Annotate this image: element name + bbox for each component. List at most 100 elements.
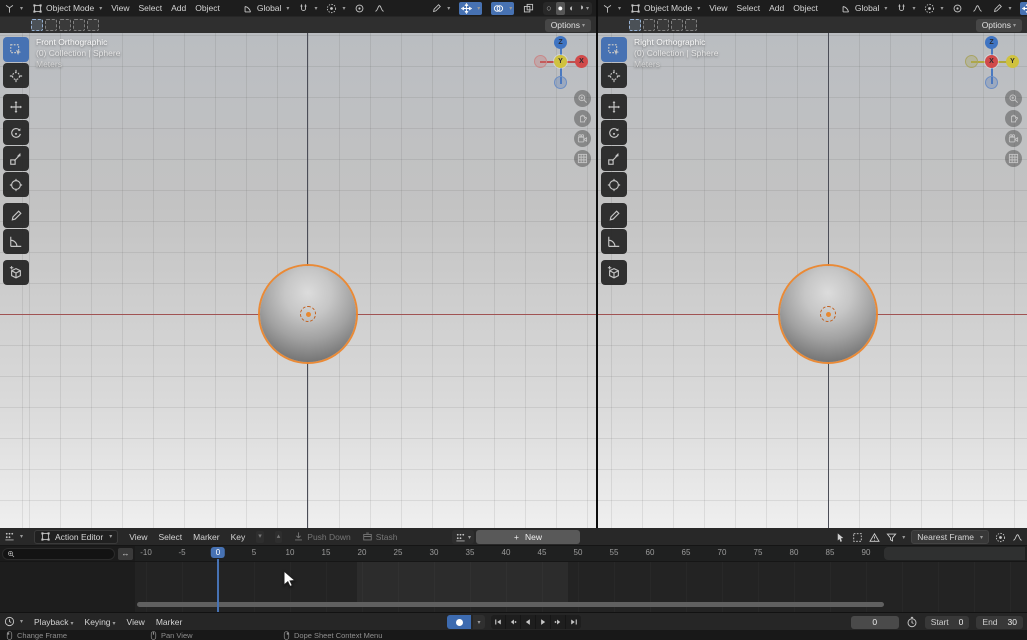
- editor-type-dropdown[interactable]: [4, 3, 23, 14]
- timeline-ruler[interactable]: -10-505101520253035404550556065707580859…: [135, 546, 1027, 562]
- playhead-line[interactable]: [217, 559, 219, 612]
- proportional-editing-dropdown[interactable]: [924, 3, 943, 14]
- play-reverse-button[interactable]: [521, 615, 536, 629]
- select-mode-extend[interactable]: [643, 19, 655, 31]
- falloff-icon[interactable]: [374, 3, 385, 14]
- xray-toggle[interactable]: [523, 3, 534, 14]
- pivot-point-icon[interactable]: [354, 3, 365, 14]
- sphere-object[interactable]: [260, 266, 356, 362]
- shading-material-button[interactable]: ◐: [569, 2, 574, 15]
- proportional-editing-icon[interactable]: [995, 532, 1006, 543]
- current-frame-indicator[interactable]: 0: [211, 547, 225, 558]
- proportional-editing-dropdown[interactable]: [326, 3, 345, 14]
- pivot-point-icon[interactable]: [952, 3, 963, 14]
- select-mode-set[interactable]: [31, 19, 43, 31]
- mode-dropdown[interactable]: Object Mode: [630, 3, 700, 14]
- menu-view[interactable]: View: [709, 3, 727, 13]
- gizmo-axis-left[interactable]: [965, 55, 978, 68]
- nav-gizmo[interactable]: Z X Y: [534, 35, 590, 91]
- perspective-icon[interactable]: [1005, 150, 1022, 167]
- auto-keying-dropdown[interactable]: ▾: [473, 615, 485, 629]
- active-tool-icon[interactable]: [431, 3, 450, 14]
- frame-end-field[interactable]: End30: [976, 616, 1023, 629]
- orientation-dropdown[interactable]: Global: [841, 3, 888, 14]
- show-errors-icon[interactable]: [869, 532, 880, 543]
- editor-type-dropdown[interactable]: [4, 616, 23, 627]
- push-down-button[interactable]: Push Down: [293, 531, 350, 542]
- gizmo-axis-center[interactable]: Y: [554, 55, 567, 68]
- select-mode-subtract[interactable]: [657, 19, 669, 31]
- dopesheet-mode-dropdown[interactable]: Action Editor: [34, 530, 118, 544]
- zoom-icon[interactable]: [574, 90, 591, 107]
- menu-select[interactable]: Select: [737, 3, 761, 13]
- use-preview-range-icon[interactable]: [906, 616, 918, 628]
- falloff-icon[interactable]: [1012, 532, 1023, 543]
- tool-add-cube[interactable]: [3, 260, 29, 285]
- stash-button[interactable]: Stash: [362, 531, 398, 542]
- ruler-scrollbar[interactable]: [884, 547, 1025, 560]
- tool-scale[interactable]: [3, 146, 29, 171]
- tool-measure[interactable]: [601, 229, 627, 254]
- menu-object[interactable]: Object: [793, 3, 818, 13]
- tool-cursor[interactable]: [601, 63, 627, 88]
- select-mode-set[interactable]: [629, 19, 641, 31]
- select-mode-intersect[interactable]: [87, 19, 99, 31]
- tool-rotate[interactable]: [3, 120, 29, 145]
- channel-region[interactable]: [0, 562, 135, 612]
- show-overlays-dropdown[interactable]: [491, 2, 514, 15]
- viewport-canvas-front[interactable]: Front Orthographic (0) Collection | Sphe…: [0, 33, 596, 528]
- channel-search-input[interactable]: [2, 548, 115, 560]
- tool-annotate[interactable]: [601, 203, 627, 228]
- gizmo-axis-bottom[interactable]: [554, 76, 567, 89]
- options-dropdown[interactable]: Options: [976, 19, 1022, 32]
- tool-cursor[interactable]: [3, 63, 29, 88]
- active-tool-icon[interactable]: [992, 3, 1011, 14]
- snap-dropdown[interactable]: [298, 3, 317, 14]
- select-mode-intersect[interactable]: [685, 19, 697, 31]
- falloff-icon[interactable]: [972, 3, 983, 14]
- tool-measure[interactable]: [3, 229, 29, 254]
- current-frame-field[interactable]: 0: [851, 616, 899, 629]
- snap-mode-dropdown[interactable]: Nearest Frame: [911, 530, 989, 544]
- sphere-object[interactable]: [780, 266, 876, 362]
- pan-icon[interactable]: [1005, 110, 1022, 127]
- menu-view[interactable]: View: [111, 3, 129, 13]
- options-dropdown[interactable]: Options: [545, 19, 591, 32]
- viewport-canvas-right[interactable]: Right Orthographic (0) Collection | Sphe…: [598, 33, 1027, 528]
- tool-move[interactable]: [601, 94, 627, 119]
- select-mode-extend[interactable]: [45, 19, 57, 31]
- tool-rotate[interactable]: [601, 120, 627, 145]
- zoom-extents-button[interactable]: ↔: [118, 548, 133, 560]
- tool-transform[interactable]: [601, 172, 627, 197]
- menu-key[interactable]: Key: [231, 532, 246, 542]
- shading-solid-button[interactable]: ●: [556, 2, 565, 15]
- camera-icon[interactable]: [574, 130, 591, 147]
- shading-wireframe-button[interactable]: ○: [546, 2, 551, 15]
- browse-action-dropdown[interactable]: [452, 530, 474, 544]
- tool-select-box[interactable]: [601, 37, 627, 62]
- snap-dropdown[interactable]: [896, 3, 915, 14]
- frame-start-field[interactable]: Start0: [925, 616, 970, 629]
- gizmo-axis-bottom[interactable]: [985, 76, 998, 89]
- select-mode-invert[interactable]: [73, 19, 85, 31]
- select-mode-invert[interactable]: [671, 19, 683, 31]
- gizmo-axis-right[interactable]: Y: [1006, 55, 1019, 68]
- gizmo-axis-left[interactable]: [534, 55, 547, 68]
- menu-playback[interactable]: Playback: [34, 617, 74, 627]
- perspective-icon[interactable]: [574, 150, 591, 167]
- move-channel-up-button[interactable]: ▴: [275, 531, 283, 543]
- menu-marker[interactable]: Marker: [193, 532, 219, 542]
- only-selected-filter-icon[interactable]: [835, 532, 846, 543]
- dope-sheet-main[interactable]: [0, 562, 1027, 612]
- gizmo-axis-center[interactable]: X: [985, 55, 998, 68]
- editor-type-dropdown[interactable]: [4, 531, 23, 542]
- menu-object[interactable]: Object: [195, 3, 220, 13]
- select-mode-subtract[interactable]: [59, 19, 71, 31]
- tool-scale[interactable]: [601, 146, 627, 171]
- previous-keyframe-button[interactable]: [506, 615, 521, 629]
- gizmo-axis-right[interactable]: X: [575, 55, 588, 68]
- pan-icon[interactable]: [574, 110, 591, 127]
- show-gizmo-dropdown[interactable]: [459, 2, 482, 15]
- shading-rendered-button[interactable]: ◑: [579, 1, 589, 16]
- tool-annotate[interactable]: [3, 203, 29, 228]
